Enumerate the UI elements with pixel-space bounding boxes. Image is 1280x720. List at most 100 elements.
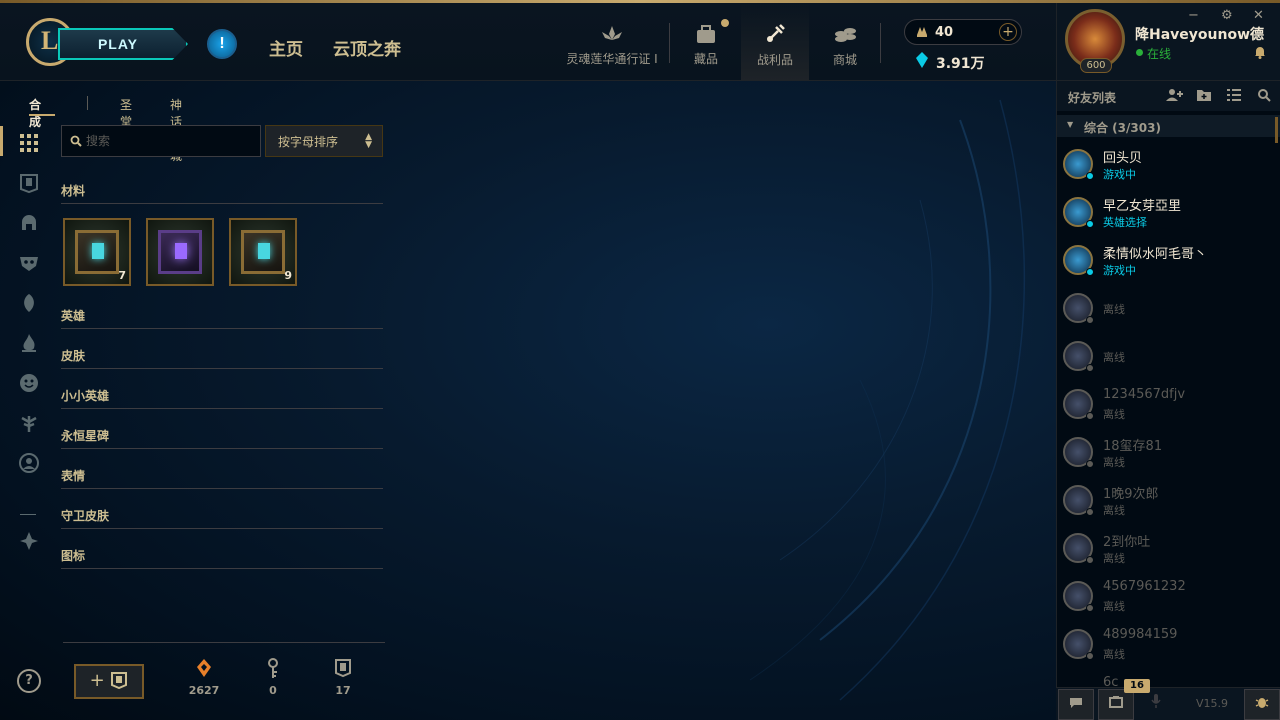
alert-icon[interactable]: !	[207, 29, 237, 59]
category-little-legends[interactable]: 小小英雄	[61, 387, 383, 409]
search-icon[interactable]	[1257, 88, 1271, 102]
friend-item[interactable]: 柔情似水阿毛哥丶 游戏中	[1057, 237, 1275, 285]
search-input[interactable]	[86, 126, 256, 156]
friend-status: 游戏中	[1103, 168, 1136, 181]
category-icons[interactable]: 图标	[61, 547, 383, 569]
friend-item[interactable]: 4567961232 离线	[1057, 573, 1275, 621]
voice-button[interactable]	[1138, 689, 1174, 720]
add-chest-button[interactable]: +	[74, 664, 144, 699]
friend-item[interactable]: 1234567dfjv 离线	[1057, 381, 1275, 429]
help-icon[interactable]: ?	[17, 669, 41, 693]
friend-status-dot	[1086, 460, 1094, 468]
disenchant-icon[interactable]	[18, 530, 40, 552]
category-skins[interactable]: 皮肤	[61, 347, 383, 369]
nav-home[interactable]: 主页	[269, 35, 303, 60]
friend-item[interactable]: 早乙女芽亞里 英雄选择	[1057, 189, 1275, 237]
microphone-icon	[1151, 694, 1161, 708]
chest-stat: 17	[318, 658, 368, 697]
add-friend-icon[interactable]	[1166, 88, 1184, 102]
notification-dot	[721, 19, 729, 27]
friend-group-general[interactable]: ▼ 综合 (3/303)	[1057, 115, 1280, 137]
friends-title: 好友列表	[1068, 91, 1117, 105]
category-materials[interactable]: 材料	[61, 182, 383, 204]
chest-count-icon	[318, 658, 368, 684]
rp-balance[interactable]: 40 +	[904, 19, 1022, 45]
ward-icon[interactable]	[18, 412, 40, 434]
chat-button[interactable]	[1058, 689, 1094, 720]
friends-header: 好友列表	[1057, 81, 1280, 111]
key-count: 0	[269, 684, 277, 697]
sort-dropdown[interactable]: 按字母排序 ▲ ▼	[265, 125, 383, 157]
nav-collection[interactable]: 藏品	[676, 3, 736, 81]
friends-scrollbar[interactable]	[1275, 117, 1278, 143]
skin-mask-icon[interactable]	[18, 252, 40, 274]
category-eternals[interactable]: 永恒星碑	[61, 427, 383, 449]
nav-loot[interactable]: 战利品	[741, 3, 809, 81]
bug-icon	[1255, 698, 1269, 708]
chest-icon	[111, 672, 128, 690]
friend-item[interactable]: 回头贝 游戏中	[1057, 141, 1275, 189]
friend-item[interactable]: 2到你吐 离线	[1057, 525, 1275, 573]
friend-status: 离线	[1103, 552, 1125, 565]
category-emotes[interactable]: 表情	[61, 467, 383, 489]
divider	[87, 96, 88, 110]
username[interactable]: 降Haveyounow德	[1135, 24, 1264, 44]
loot-item-hextech-chest[interactable]: 9	[229, 218, 297, 286]
loot-icon	[767, 23, 785, 42]
friend-status: 离线	[1103, 504, 1125, 517]
orange-essence-amount: 2627	[188, 684, 220, 697]
bug-report-button[interactable]	[1244, 689, 1280, 720]
close-icon[interactable]: ✕	[1253, 8, 1264, 23]
divider	[880, 23, 881, 63]
client-version: V15.9	[1196, 697, 1229, 710]
friend-status-dot	[1086, 172, 1094, 180]
friend-status-dot	[1086, 316, 1094, 324]
profile-icon-filter[interactable]	[18, 452, 40, 474]
settings-icon[interactable]: ⚙	[1221, 8, 1233, 23]
emote-face-icon[interactable]	[18, 372, 40, 394]
friend-status-dot	[1086, 268, 1094, 276]
friend-item[interactable]: 离线	[1057, 285, 1275, 333]
profile-panel: 600 降Haveyounow德 在线 − ⚙ ✕	[1056, 3, 1280, 81]
rp-amount: 40	[935, 25, 954, 40]
champion-helmet-icon[interactable]	[18, 212, 40, 234]
status-text[interactable]: 在线	[1147, 45, 1171, 62]
list-view-icon[interactable]	[1227, 88, 1241, 102]
hextech-chest-icon	[241, 230, 285, 274]
eternals-flame-icon[interactable]	[18, 332, 40, 354]
orange-essence-stat: 2627	[179, 658, 229, 697]
play-button[interactable]: PLAY	[58, 28, 188, 60]
sort-label: 按字母排序	[278, 135, 339, 149]
category-champions[interactable]: 英雄	[61, 307, 383, 329]
little-legend-icon[interactable]	[18, 292, 40, 314]
online-status-dot	[1136, 49, 1143, 56]
logo-letter: L	[41, 26, 59, 55]
sort-arrows-icon: ▲ ▼	[365, 132, 372, 150]
add-folder-icon[interactable]	[1196, 88, 1212, 102]
friend-item[interactable]: 离线	[1057, 333, 1275, 381]
friend-name: 回头贝	[1103, 151, 1143, 166]
grid-icon[interactable]	[18, 132, 40, 154]
lotus-icon	[602, 25, 622, 40]
missions-button[interactable]	[1098, 689, 1134, 720]
friend-item[interactable]: 489984159 离线	[1057, 621, 1275, 669]
nav-store[interactable]: 商城	[817, 3, 873, 81]
nav-tft[interactable]: 云顶之奔	[333, 35, 401, 60]
be-amount: 3.91万	[936, 56, 985, 72]
bell-icon[interactable]	[1253, 45, 1267, 59]
friend-item[interactable]: 18玺存81 离线	[1057, 429, 1275, 477]
loot-item-masterwork-chest[interactable]	[146, 218, 214, 286]
chest-filter-icon[interactable]	[18, 172, 40, 194]
friend-name: 489984159	[1103, 627, 1178, 642]
friend-item[interactable]: 1晚9次郎 离线	[1057, 477, 1275, 525]
friend-status: 英雄选择	[1103, 216, 1147, 229]
add-rp-button[interactable]: +	[999, 23, 1017, 41]
category-ward-skins[interactable]: 守卫皮肤	[61, 507, 383, 529]
collection-bag-icon	[697, 24, 715, 43]
loot-item-hextech-chest[interactable]: 7	[63, 218, 131, 286]
nav-pass[interactable]: 灵魂莲华通行证 I	[562, 3, 662, 81]
minimize-icon[interactable]: −	[1188, 8, 1199, 23]
loot-filter-rail	[0, 120, 56, 720]
friend-status-dot	[1086, 364, 1094, 372]
key-stat: 0	[248, 658, 298, 697]
